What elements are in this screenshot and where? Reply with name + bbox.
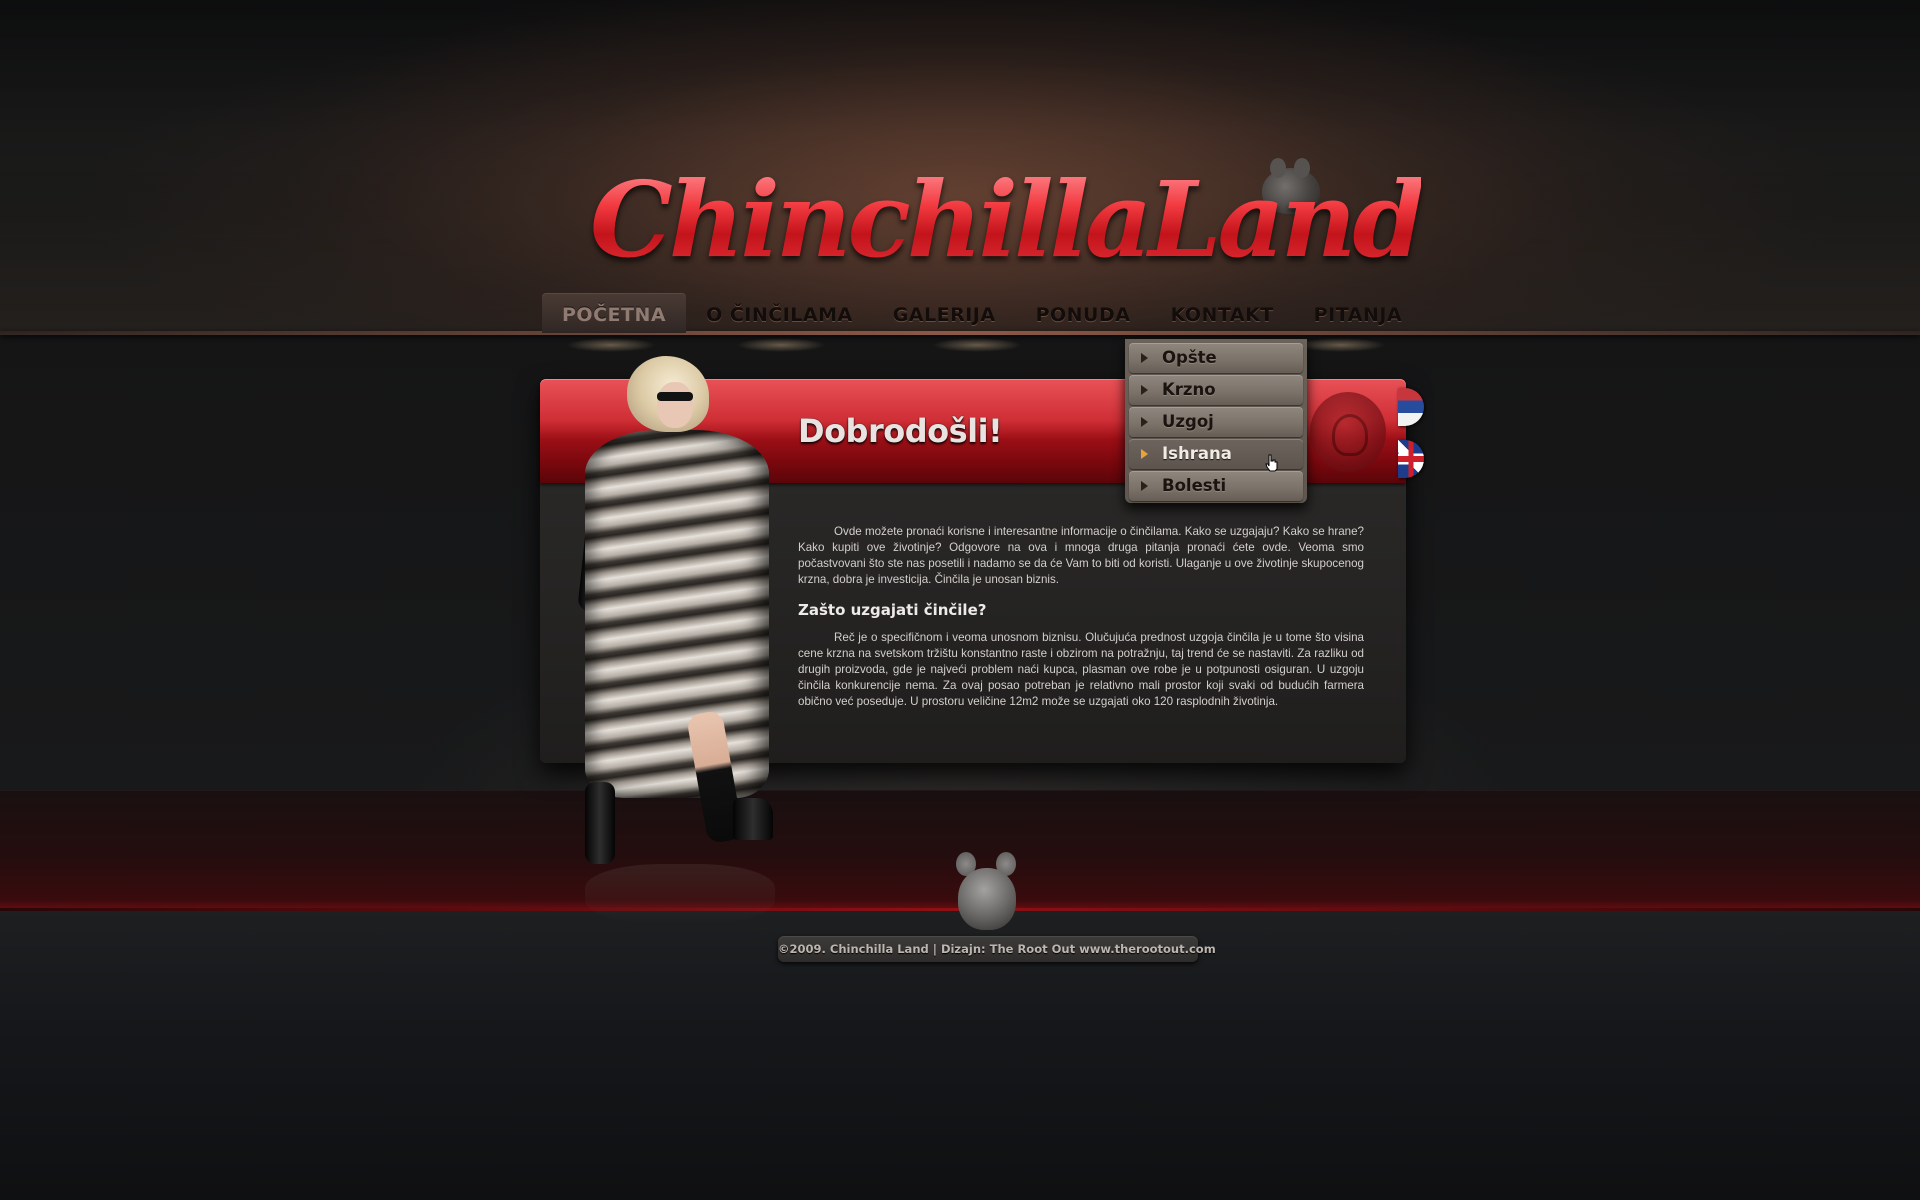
dropdown-item-label: Uzgoj <box>1162 412 1214 431</box>
dropdown-item-krzno[interactable]: Krzno <box>1129 375 1303 405</box>
nav-item-galerija[interactable]: GALERIJA <box>873 293 1016 333</box>
nav-spotlight <box>932 338 1022 352</box>
triangle-right-icon <box>1141 417 1148 427</box>
triangle-right-icon <box>1141 449 1148 459</box>
dropdown-item-uzgoj[interactable]: Uzgoj <box>1129 407 1303 437</box>
site-logo[interactable]: ChinchillaLand <box>590 158 1425 280</box>
nav-item-kontakt[interactable]: KONTAKT <box>1150 293 1293 333</box>
triangle-right-icon <box>1141 385 1148 395</box>
body-paragraph: Reč je o specifičnom i veoma unosnom biz… <box>798 631 1364 708</box>
figure-coat <box>585 430 769 798</box>
section-heading: Zašto uzgajati činčile? <box>798 601 987 619</box>
footer-copyright: ©2009. Chinchilla Land | Dizajn: The Roo… <box>778 936 1216 962</box>
logo-text: ChinchillaLand <box>590 158 1425 281</box>
intro-paragraph: Ovde možete pronaći korisne i interesant… <box>798 525 1364 586</box>
dropdown-item-opste[interactable]: Opšte <box>1129 343 1303 373</box>
page-title: Dobrodošli! <box>798 412 1003 450</box>
nav-item-o-cincilama[interactable]: O ČINČILAMA <box>686 293 873 333</box>
nav-spotlight <box>736 338 826 352</box>
chinchilla-seal-icon <box>1310 392 1386 472</box>
nav-item-pitanja[interactable]: PITANJA <box>1294 293 1422 333</box>
main-nav: POČETNA O ČINČILAMA GALERIJA PONUDA KONT… <box>542 293 1422 333</box>
nav-item-ponuda[interactable]: PONUDA <box>1016 293 1151 333</box>
dropdown-item-label: Bolesti <box>1162 476 1227 495</box>
dropdown-item-bolesti[interactable]: Bolesti <box>1129 471 1303 501</box>
triangle-right-icon <box>1141 481 1148 491</box>
triangle-right-icon <box>1141 353 1148 363</box>
chinchilla-mascot-icon <box>952 852 1020 932</box>
figure-reflection <box>585 864 775 924</box>
dropdown-item-label: Opšte <box>1162 348 1217 367</box>
page: ChinchillaLand POČETNA O ČINČILAMA GALER… <box>0 0 1920 1200</box>
figure-boot <box>585 782 615 864</box>
dropdown-item-label: Ishrana <box>1162 444 1232 463</box>
hand-cursor-icon <box>1265 454 1278 472</box>
content-body: Ovde možete pronaći korisne i interesant… <box>798 524 1364 710</box>
dropdown-item-label: Krzno <box>1162 380 1216 399</box>
model-fur-coat-image <box>565 352 805 924</box>
nav-item-pocetna[interactable]: POČETNA <box>542 293 687 333</box>
figure-face <box>657 382 693 428</box>
figure-sunglasses <box>657 392 693 401</box>
nav-spotlight <box>566 338 656 352</box>
nav-spotlight <box>1296 338 1386 352</box>
figure-boot <box>733 798 773 840</box>
dropdown-menu-o-cincilama: Opšte Krzno Uzgoj Ishrana Bolesti <box>1125 339 1307 503</box>
